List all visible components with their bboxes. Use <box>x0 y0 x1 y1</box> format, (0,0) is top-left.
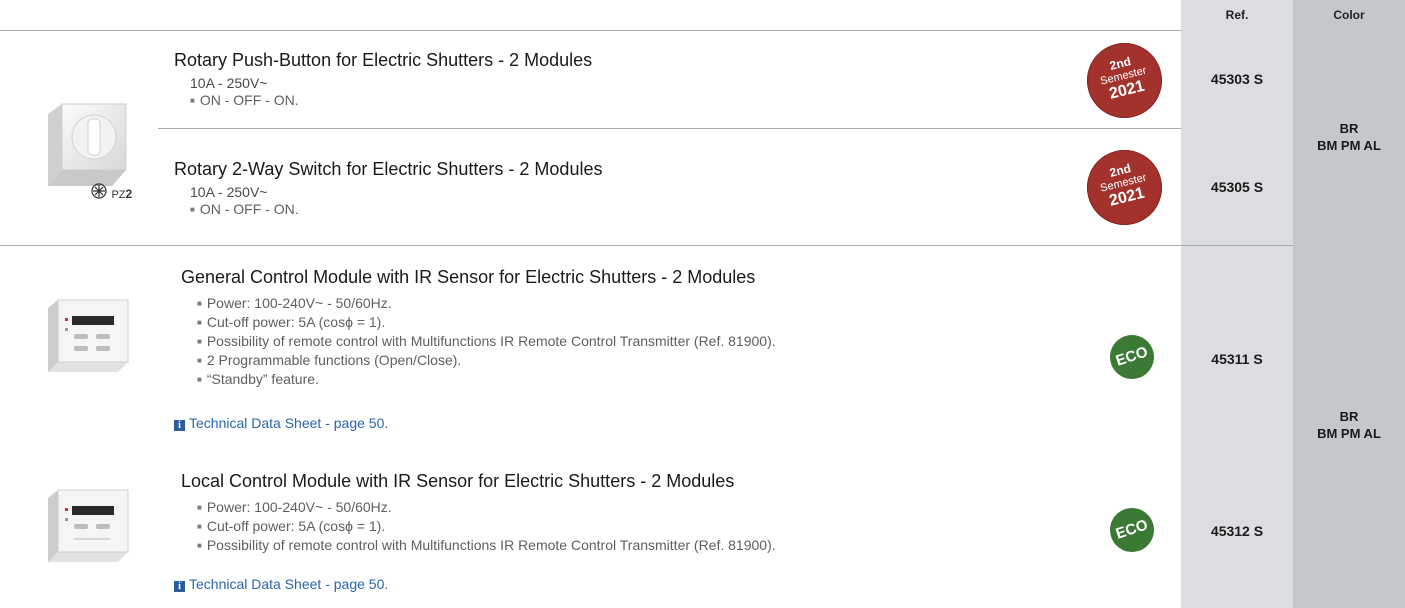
product-title: Rotary 2-Way Switch for Electric Shutter… <box>174 159 603 179</box>
product-ref: 45305 S <box>1210 179 1264 195</box>
ref-column <box>1181 0 1293 608</box>
second-semester-2021-badge: 2nd Semester 2021 <box>1079 142 1170 233</box>
pz-tool-marker: PZ2 <box>91 183 132 204</box>
technical-data-sheet-link[interactable]: i Technical Data Sheet - page 50. <box>174 415 388 431</box>
product-bullet: Power: 100-240V~ - 50/60Hz. <box>197 499 776 516</box>
row-divider <box>158 128 1181 129</box>
product-bullet-list: Power: 100-240V~ - 50/60Hz. Cut-off powe… <box>197 499 776 554</box>
product-ref: 45312 S <box>1210 523 1264 539</box>
general-control-module-image <box>40 298 132 374</box>
color-options: BR BM PM AL <box>1317 409 1381 441</box>
header-divider <box>0 30 1181 31</box>
product-rating: 10A - 250V~ <box>190 184 268 200</box>
product-bullet: Possibility of remote control with Multi… <box>197 537 776 554</box>
color-column <box>1293 0 1405 608</box>
product-bullet: 2 Programmable functions (Open/Close). <box>197 352 776 369</box>
ref-column-header: Ref. <box>1225 8 1249 22</box>
product-ref: 45311 S <box>1211 351 1263 367</box>
product-ref: 45303 S <box>1210 71 1264 87</box>
second-semester-2021-badge: 2nd Semester 2021 <box>1079 35 1170 126</box>
product-bullet: Power: 100-240V~ - 50/60Hz. <box>197 295 776 312</box>
product-bullet: “Standby” feature. <box>197 371 776 388</box>
technical-data-sheet-link[interactable]: i Technical Data Sheet - page 50. <box>174 576 388 592</box>
local-control-module-image <box>40 488 132 564</box>
product-bullet: ON - OFF - ON. <box>190 201 299 218</box>
info-icon: i <box>174 581 185 592</box>
color-column-header: Color <box>1333 8 1365 22</box>
group-divider <box>0 245 1293 246</box>
product-bullet: Cut-off power: 5A (cosϕ = 1). <box>197 518 776 535</box>
eco-badge: ECO <box>1104 329 1160 385</box>
rotary-switch-image <box>40 100 130 192</box>
pz-label: PZ2 <box>111 186 133 201</box>
product-title: Local Control Module with IR Sensor for … <box>181 471 735 491</box>
product-rating: 10A - 250V~ <box>190 75 268 91</box>
eco-badge: ECO <box>1104 502 1160 558</box>
color-options: BR BM PM AL <box>1317 121 1381 153</box>
phillips-screw-icon <box>91 183 107 204</box>
info-icon: i <box>174 420 185 431</box>
product-bullet: Cut-off power: 5A (cosϕ = 1). <box>197 314 776 331</box>
product-bullet-list: Power: 100-240V~ - 50/60Hz. Cut-off powe… <box>197 295 776 388</box>
product-bullet: Possibility of remote control with Multi… <box>197 333 776 350</box>
product-title: General Control Module with IR Sensor fo… <box>181 267 756 287</box>
product-title: Rotary Push-Button for Electric Shutters… <box>174 50 593 70</box>
product-bullet: ON - OFF - ON. <box>190 92 299 109</box>
